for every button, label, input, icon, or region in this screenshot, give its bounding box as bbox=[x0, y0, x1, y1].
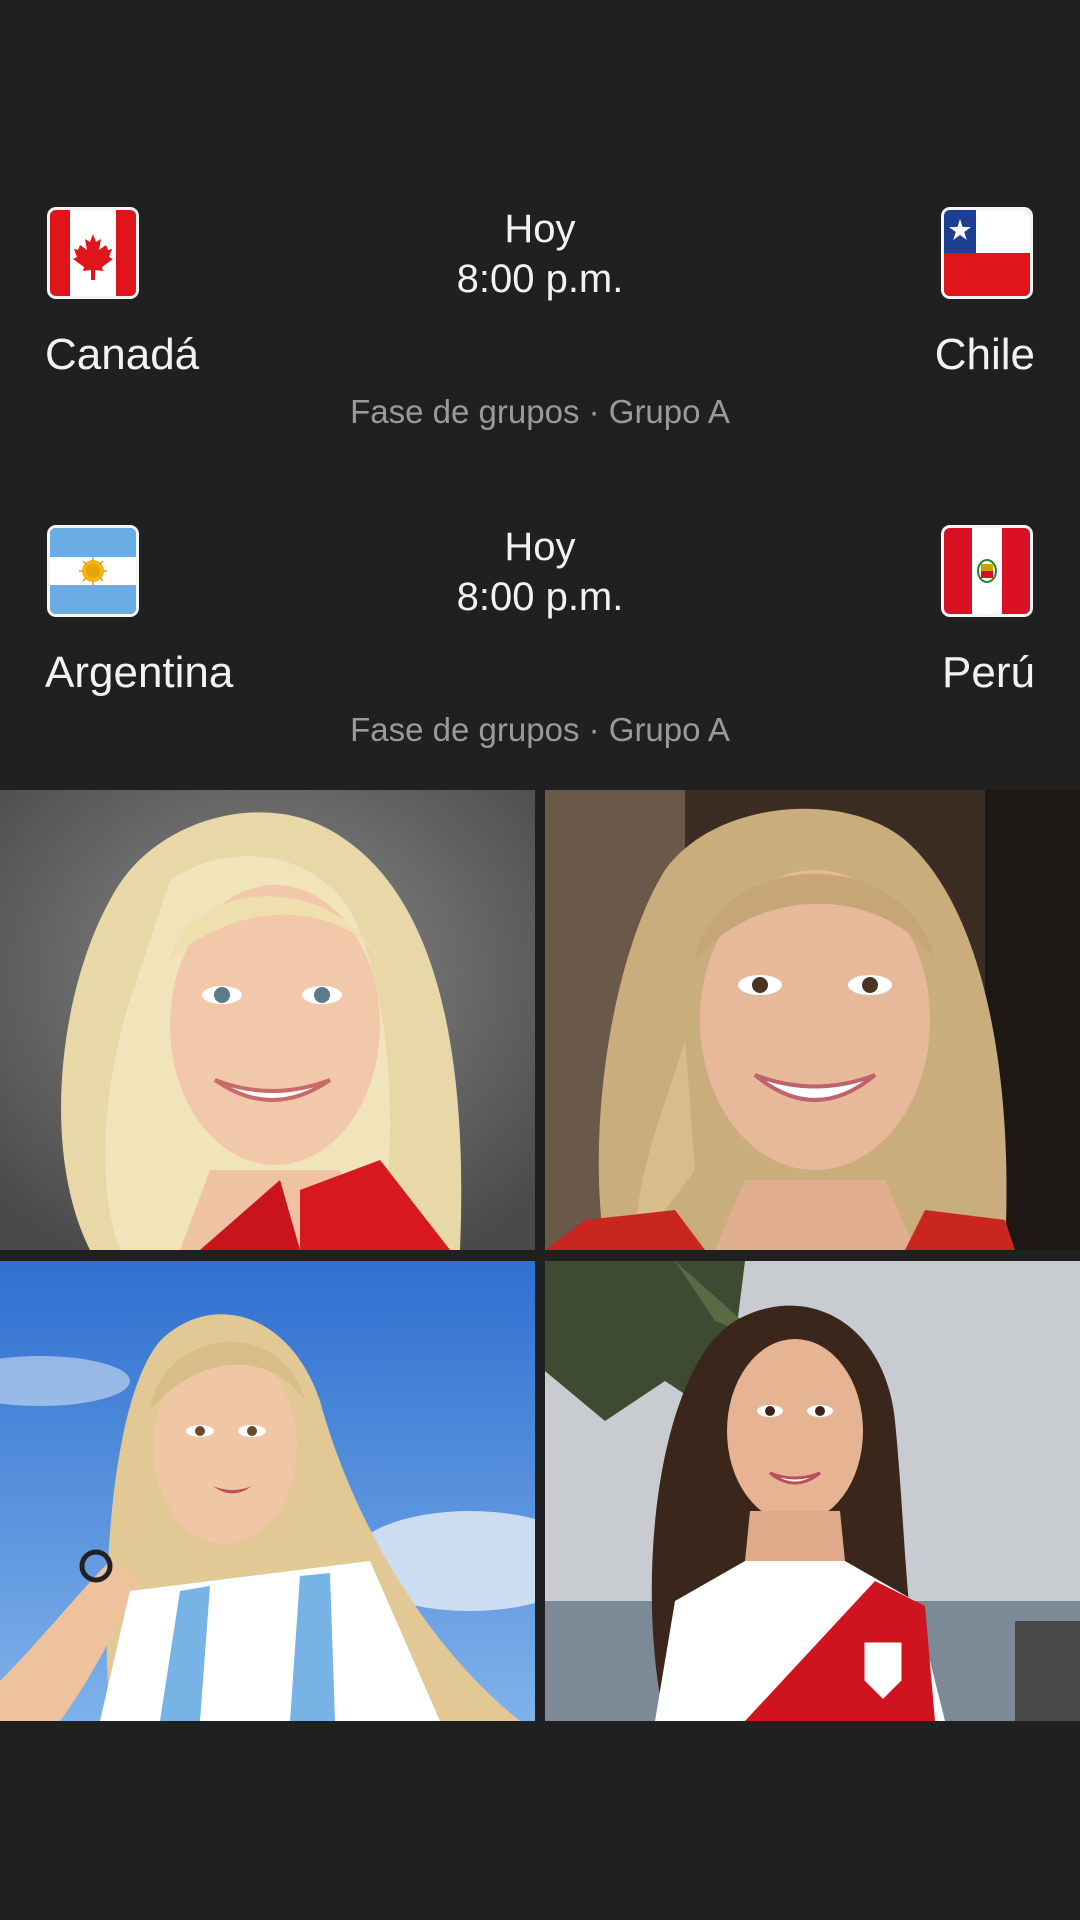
chile-flag-icon bbox=[944, 210, 1030, 296]
home-team-name: Argentina bbox=[45, 648, 234, 697]
away-team-name: Chile bbox=[934, 330, 1035, 379]
match-stage: Fase de grupos · Grupo A bbox=[350, 711, 730, 748]
screen: Canadá Hoy 8:00 p.m. Fase de grupos · Gr… bbox=[0, 0, 1080, 1920]
match-hour: 8:00 p.m. bbox=[456, 257, 624, 301]
peru-flag-icon bbox=[944, 528, 1030, 614]
away-team-name: Perú bbox=[942, 648, 1035, 697]
photo-brunette-peru-jersey[interactable] bbox=[545, 1261, 1080, 1721]
match-stage: Fase de grupos · Grupo A bbox=[350, 393, 730, 430]
match-day: Hoy bbox=[504, 207, 576, 251]
match-hour: 8:00 p.m. bbox=[456, 575, 624, 619]
argentina-flag-icon bbox=[50, 528, 136, 614]
home-team-name: Canadá bbox=[45, 330, 200, 379]
photo-blonde-argentina-jersey[interactable] bbox=[0, 1261, 535, 1721]
canada-flag-icon bbox=[50, 210, 136, 296]
match-time: Hoy 8:00 p.m. bbox=[340, 522, 740, 622]
photo-grid bbox=[0, 790, 1080, 1721]
photo-blonde-red-jacket[interactable] bbox=[0, 790, 535, 1250]
photo-blonde-smiling-red-top[interactable] bbox=[545, 790, 1080, 1250]
match-day: Hoy bbox=[504, 525, 576, 569]
match-time: Hoy 8:00 p.m. bbox=[340, 204, 740, 304]
match-card-canada-chile[interactable]: Canadá Hoy 8:00 p.m. Fase de grupos · Gr… bbox=[0, 207, 1080, 510]
match-card-argentina-peru[interactable]: Argentina Hoy 8:00 p.m. Fase de grupos ·… bbox=[0, 525, 1080, 828]
